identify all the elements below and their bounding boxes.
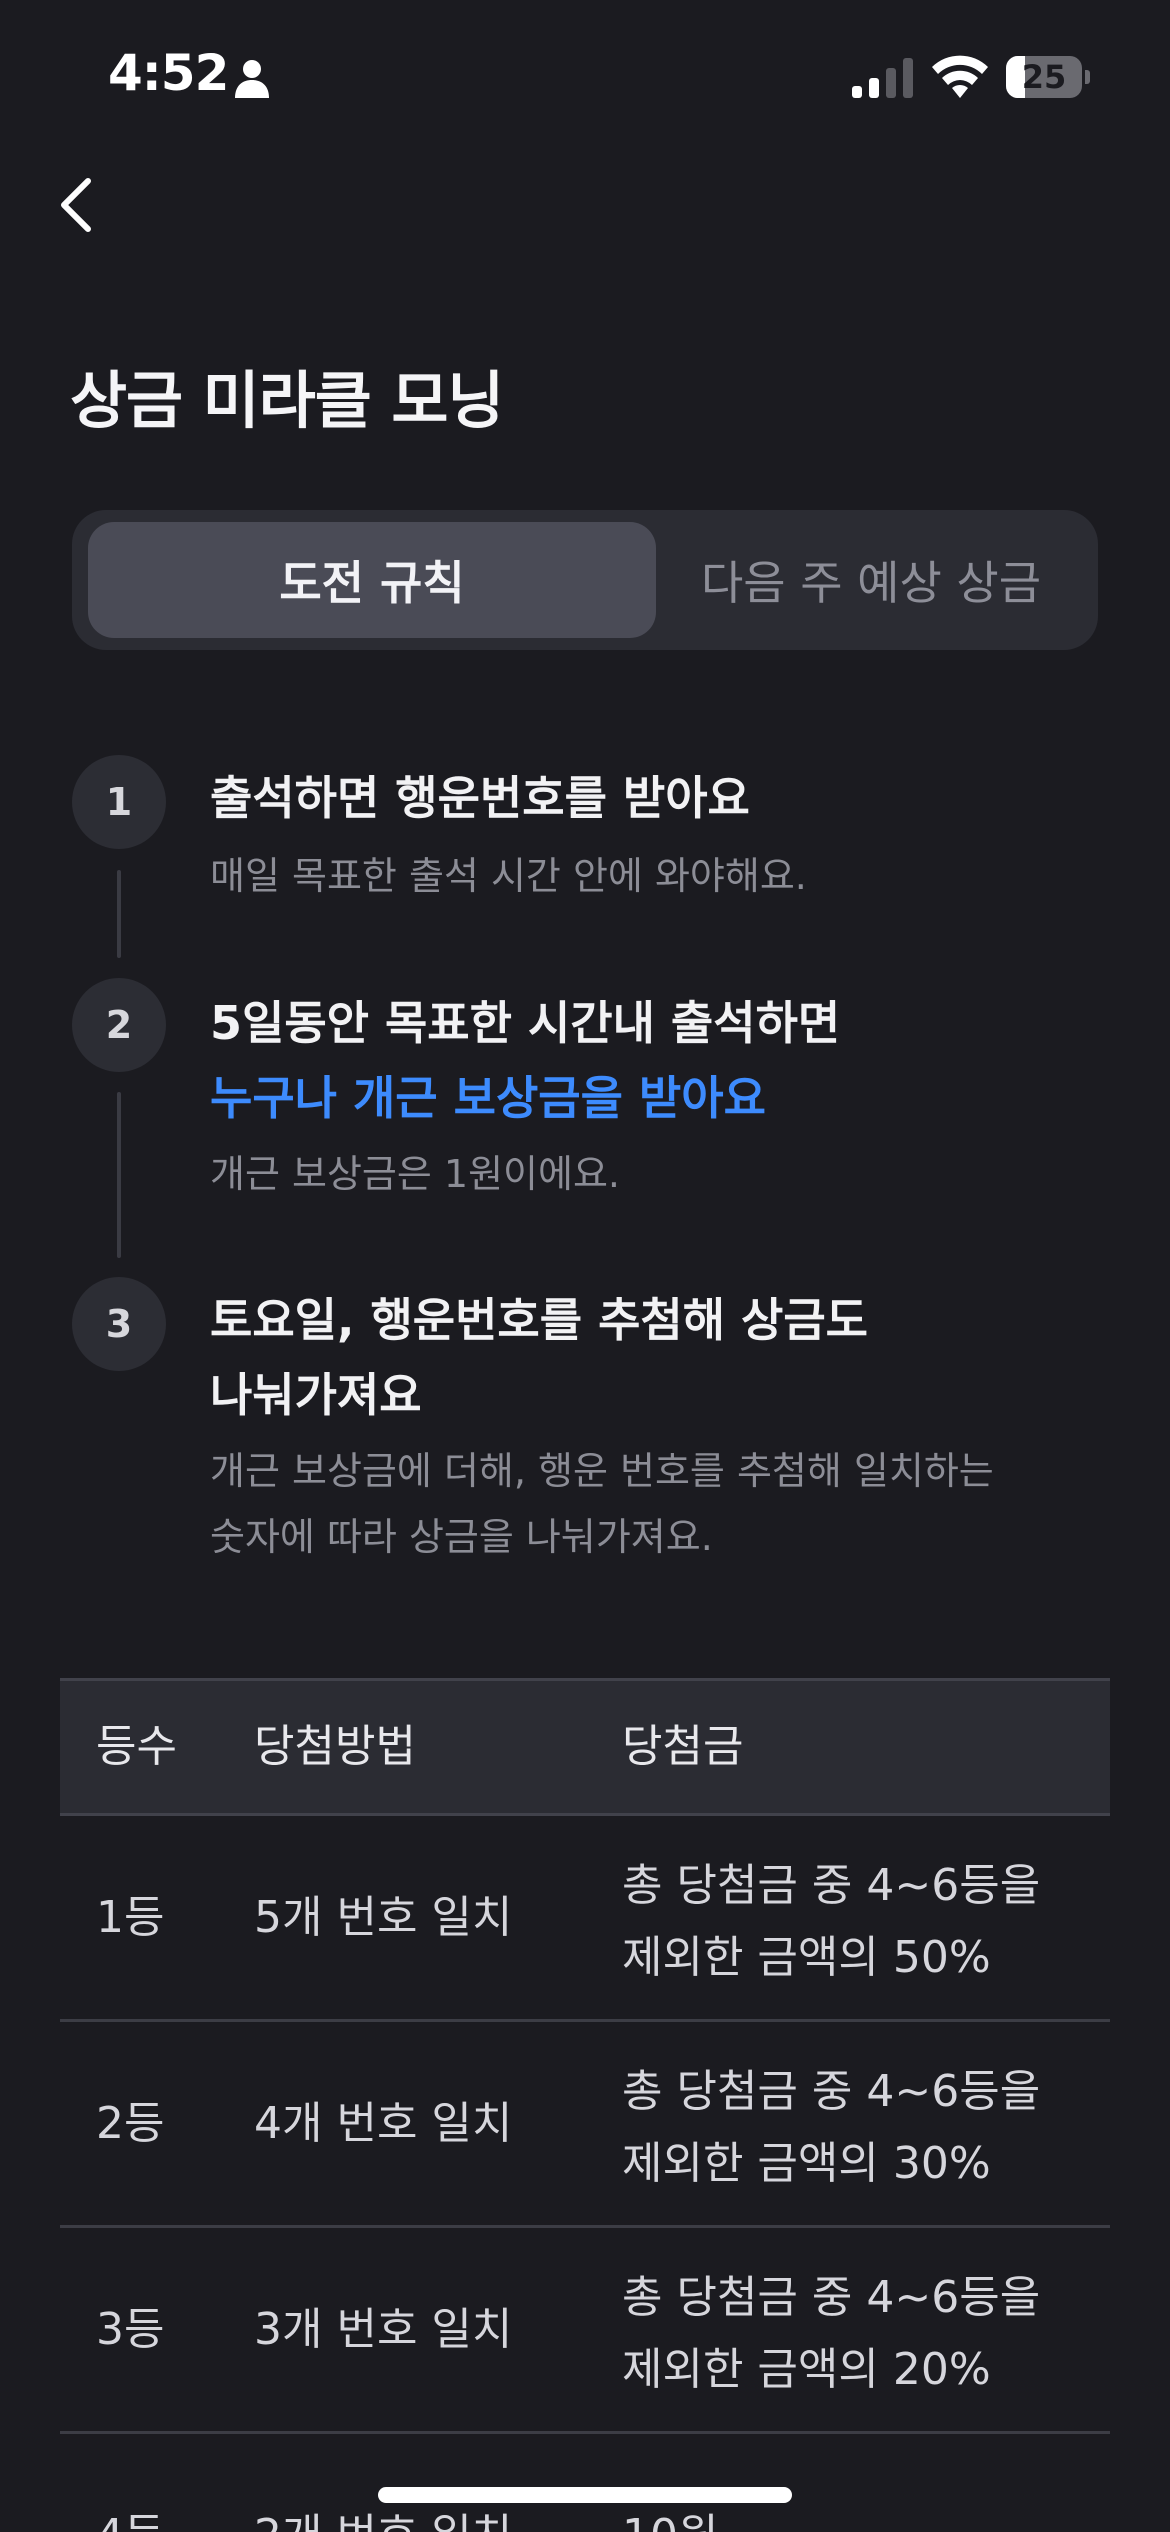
status-bar: 4:52 25 xyxy=(0,0,1170,150)
step-3-title-line-1: 토요일, 행운번호를 추첨해 상금도 xyxy=(210,1293,868,1347)
header-method: 당첨방법 xyxy=(254,1721,416,1772)
step-number-1: 1 xyxy=(72,755,166,849)
signal-icon xyxy=(852,58,913,98)
row-amount-line: 총 당첨금 중 4~6등을 xyxy=(622,1860,1041,1911)
header-rank: 등수 xyxy=(96,1721,177,1772)
row-amount-line: 제외한 금액의 50% xyxy=(622,1932,991,1983)
step-2-desc: 개근 보상금은 1원이에요. xyxy=(210,1152,621,1196)
segmented-control: 도전 규칙 다음 주 예상 상금 xyxy=(72,510,1098,650)
table-row: 4등 2개 번호 일치 10원 xyxy=(60,2434,1110,2532)
row-rank: 4등 xyxy=(96,2434,164,2532)
home-indicator[interactable] xyxy=(378,2487,792,2503)
row-rank: 3등 xyxy=(96,2304,165,2355)
wifi-icon xyxy=(932,55,988,98)
step-number-3: 3 xyxy=(72,1277,166,1371)
tab-challenge-rules[interactable]: 도전 규칙 xyxy=(88,522,656,638)
row-method: 4개 번호 일치 xyxy=(254,2098,513,2149)
header-amount: 당첨금 xyxy=(622,1721,744,1772)
row-rank: 1등 xyxy=(96,1892,165,1943)
chevron-left-icon xyxy=(61,178,91,232)
row-amount-line: 총 당첨금 중 4~6등을 xyxy=(622,2272,1041,2323)
back-button[interactable] xyxy=(44,168,108,242)
step-3-desc-line-1: 개근 보상금에 더해, 행운 번호를 추첨해 일치하는 xyxy=(210,1449,994,1493)
step-1-title: 출석하면 행운번호를 받아요 xyxy=(210,771,750,825)
table-row: 1등 5개 번호 일치 총 당첨금 중 4~6등을 제외한 금액의 50% xyxy=(60,1816,1110,2022)
step-2-title: 5일동안 목표한 시간내 출석하면 xyxy=(210,996,841,1050)
row-method: 5개 번호 일치 xyxy=(254,1892,513,1943)
row-amount: 총 당첨금 중 4~6등을 제외한 금액의 50% xyxy=(622,1850,1102,1994)
battery-icon: 25 xyxy=(1006,56,1090,98)
tab-next-week-prize[interactable]: 다음 주 예상 상금 xyxy=(656,522,1086,638)
step-2-highlight: 누구나 개근 보상금을 받아요 xyxy=(210,1071,766,1125)
step-connector xyxy=(117,870,121,958)
screen: 4:52 25 상금 미라클 모닝 도전 규칙 다음 주 예상 상금 1 출석하… xyxy=(0,0,1170,2532)
row-method: 3개 번호 일치 xyxy=(254,2304,513,2355)
step-1-desc: 매일 목표한 출석 시간 안에 와야해요. xyxy=(210,854,807,898)
row-amount-line: 제외한 금액의 30% xyxy=(622,2138,991,2189)
row-amount: 총 당첨금 중 4~6등을 제외한 금액의 30% xyxy=(622,2056,1102,2200)
row-amount: 10원 xyxy=(622,2434,718,2532)
status-time: 4:52 xyxy=(108,44,229,102)
step-connector xyxy=(117,1092,121,1258)
row-amount: 총 당첨금 중 4~6등을 제외한 금액의 20% xyxy=(622,2262,1102,2406)
step-3-title-line-2: 나눠가져요 xyxy=(210,1368,422,1422)
step-3-desc-line-2: 숫자에 따라 상금을 나눠가져요. xyxy=(210,1515,713,1559)
row-rank: 2등 xyxy=(96,2098,165,2149)
table-header: 등수 당첨방법 당첨금 xyxy=(60,1678,1110,1816)
page-title: 상금 미라클 모닝 xyxy=(70,364,504,437)
row-amount-line: 제외한 금액의 20% xyxy=(622,2344,991,2395)
row-amount-line: 총 당첨금 중 4~6등을 xyxy=(622,2066,1041,2117)
table-row: 2등 4개 번호 일치 총 당첨금 중 4~6등을 제외한 금액의 30% xyxy=(60,2022,1110,2228)
person-icon xyxy=(235,60,269,98)
battery-level: 25 xyxy=(1021,58,1067,96)
step-number-2: 2 xyxy=(72,978,166,1072)
row-method: 2개 번호 일치 xyxy=(254,2434,512,2532)
table-row: 3등 3개 번호 일치 총 당첨금 중 4~6등을 제외한 금액의 20% xyxy=(60,2228,1110,2434)
